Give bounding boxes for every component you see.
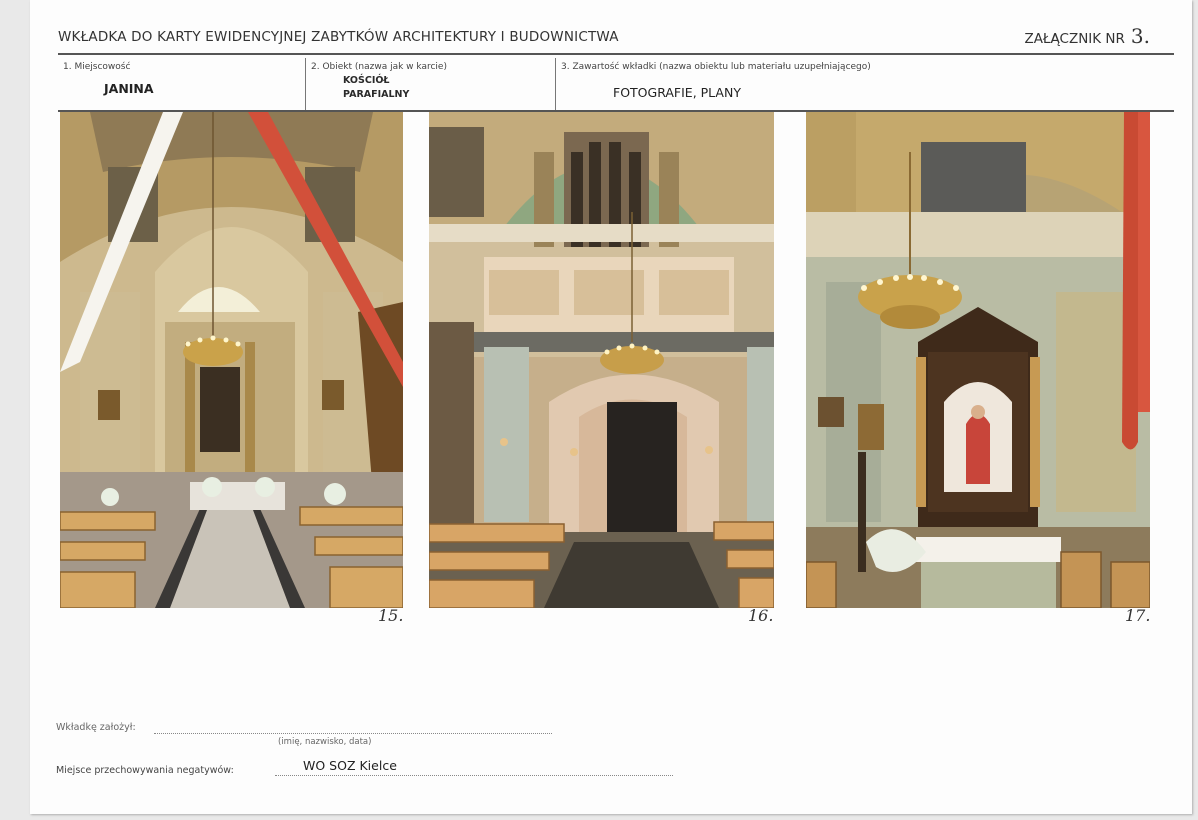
photo-17 bbox=[806, 112, 1150, 608]
document-sheet: WKŁADKA DO KARTY EWIDENCYJNEJ ZABYTKÓW A… bbox=[30, 0, 1192, 814]
photo-16 bbox=[429, 112, 774, 608]
church-side-altar-photo-icon bbox=[806, 112, 1150, 608]
field-object: 2. Obiekt (nazwa jak w karcie) KOŚCIÓŁ P… bbox=[305, 58, 556, 110]
storage-line bbox=[275, 775, 673, 776]
made-by-line bbox=[154, 733, 552, 734]
church-nave-altar-photo-icon bbox=[60, 112, 403, 608]
annex-label: ZAŁĄCZNIK NR 3. bbox=[1024, 24, 1150, 48]
photo-15 bbox=[60, 112, 403, 608]
field-content-value: FOTOGRAFIE, PLANY bbox=[613, 85, 741, 100]
field-object-value: KOŚCIÓŁ PARAFIALNY bbox=[343, 74, 409, 102]
fields-row: 1. Miejscowość JANINA 2. Obiekt (nazwa j… bbox=[58, 58, 1174, 112]
photo-number-15: 15. bbox=[378, 606, 404, 625]
storage-value: WO SOZ Kielce bbox=[303, 758, 397, 773]
annex-label-text: ZAŁĄCZNIK NR bbox=[1024, 31, 1125, 47]
church-organ-loft-photo-icon bbox=[429, 112, 774, 608]
storage-label: Miejsce przechowywania negatywów: bbox=[56, 765, 234, 776]
field-object-value-line1: KOŚCIÓŁ bbox=[343, 75, 390, 86]
photo-number-17: 17. bbox=[1125, 606, 1151, 625]
field-object-value-line2: PARAFIALNY bbox=[343, 89, 410, 100]
document-title: WKŁADKA DO KARTY EWIDENCYJNEJ ZABYTKÓW A… bbox=[58, 29, 619, 45]
annex-number: 3. bbox=[1130, 24, 1150, 48]
field-content: 3. Zawartość wkładki (nazwa obiektu lub … bbox=[555, 58, 1175, 110]
field-locality-value: JANINA bbox=[104, 81, 154, 96]
photo-number-16: 16. bbox=[748, 606, 774, 625]
field-locality-label: 1. Miejscowość bbox=[63, 62, 131, 72]
header-rule bbox=[58, 53, 1174, 55]
made-by-hint: (imię, nazwisko, data) bbox=[278, 737, 372, 747]
field-content-label: 3. Zawartość wkładki (nazwa obiektu lub … bbox=[561, 62, 871, 72]
made-by-label: Wkładkę założył: bbox=[56, 722, 136, 733]
field-object-label: 2. Obiekt (nazwa jak w karcie) bbox=[311, 62, 447, 72]
field-locality: 1. Miejscowość JANINA bbox=[58, 58, 305, 110]
